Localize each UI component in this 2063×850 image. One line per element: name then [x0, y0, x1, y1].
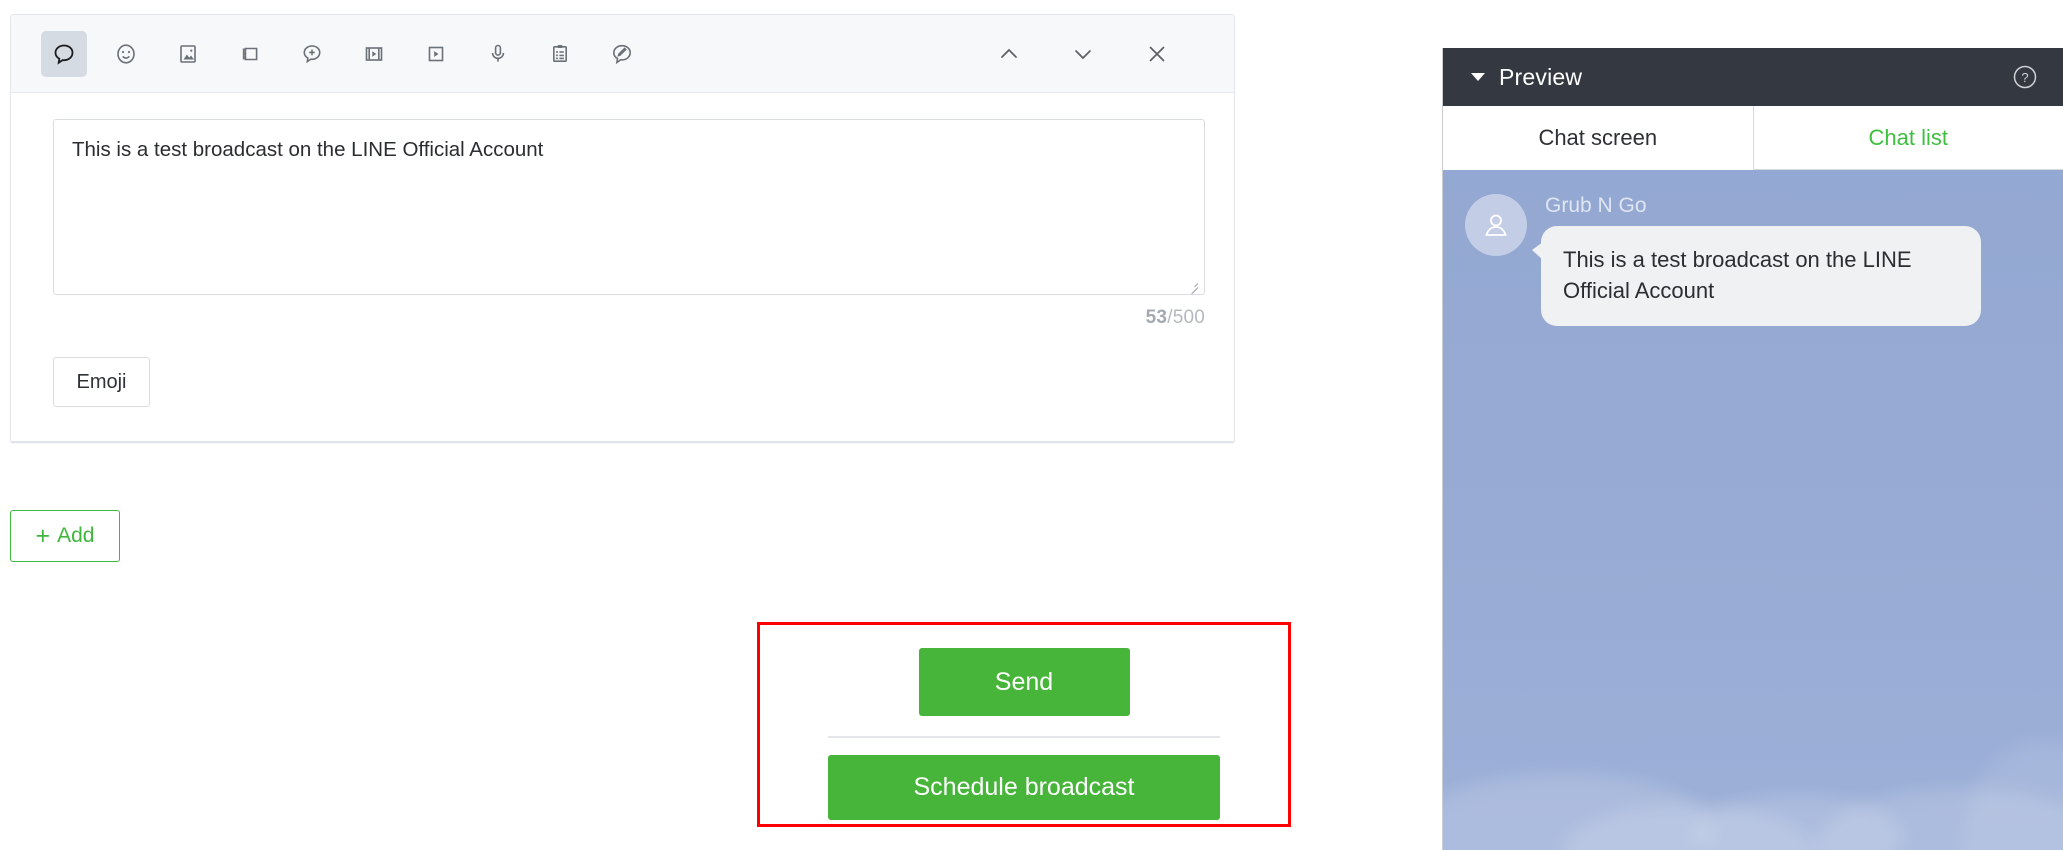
avatar: [1465, 194, 1527, 256]
delete-message-button[interactable]: [1140, 37, 1174, 71]
preview-panel: Preview ? Chat screen Chat list Grub N G…: [1442, 48, 2063, 850]
chat-message-content: Grub N Go This is a test broadcast on th…: [1532, 194, 1981, 326]
chat-sender-name: Grub N Go: [1545, 194, 1647, 217]
sticker-icon-button[interactable]: [103, 31, 149, 77]
cloud-decoration: [1963, 740, 2063, 850]
card-controls: [992, 37, 1212, 71]
rich-video-message-icon: [359, 39, 389, 69]
voice-message-icon: [483, 39, 513, 69]
svg-text:?: ?: [2021, 70, 2028, 85]
emoji-button[interactable]: Emoji: [53, 357, 150, 407]
chevron-down-icon: [1068, 39, 1098, 69]
add-message-button[interactable]: + Add: [10, 510, 120, 562]
text-message-icon-button[interactable]: [41, 30, 87, 77]
rich-message-icon: [297, 39, 327, 69]
message-card: 53/500 Emoji: [10, 14, 1235, 443]
rich-text-icon: [607, 39, 637, 69]
add-message-label: Add: [57, 524, 95, 547]
plus-icon: +: [35, 521, 51, 550]
tab-chat-list[interactable]: Chat list: [1753, 106, 2063, 170]
composer-column: 53/500 Emoji: [10, 14, 1235, 443]
survey-icon: [545, 39, 575, 69]
text-message-icon: [49, 39, 79, 69]
send-button[interactable]: Send: [918, 648, 1130, 716]
collapse-caret-icon[interactable]: [1471, 73, 1485, 81]
message-body: 53/500 Emoji: [11, 93, 1234, 441]
preview-header[interactable]: Preview ?: [1443, 48, 2063, 106]
survey-icon-button[interactable]: [537, 31, 583, 77]
broadcast-composer-page: 53/500 Emoji + Add Send Schedule broadca…: [0, 0, 2063, 850]
rich-video-message-icon-button[interactable]: [351, 31, 397, 77]
character-count-max: 500: [1172, 307, 1205, 328]
message-type-buttons: [41, 30, 645, 77]
help-icon[interactable]: ?: [2011, 63, 2039, 91]
video-icon-button[interactable]: [413, 31, 459, 77]
video-icon: [421, 39, 451, 69]
message-input-wrap: [53, 119, 1205, 295]
move-down-button[interactable]: [1066, 37, 1100, 71]
chat-message-bubble: This is a test broadcast on the LINE Off…: [1532, 226, 1981, 326]
character-count-current: 53: [1145, 307, 1168, 328]
rich-message-icon-button[interactable]: [289, 31, 335, 77]
image-icon-button[interactable]: [165, 31, 211, 77]
chat-bubble-wrap: This is a test broadcast on the LINE Off…: [1532, 226, 1981, 326]
close-icon: [1142, 39, 1172, 69]
message-type-toolbar: [11, 15, 1234, 93]
preview-chat-screen: Grub N Go This is a test broadcast on th…: [1443, 170, 2063, 850]
move-up-button[interactable]: [992, 37, 1026, 71]
image-icon: [173, 39, 203, 69]
character-counter: 53/500: [53, 307, 1205, 329]
send-actions-highlight: Send Schedule broadcast: [757, 622, 1291, 827]
voice-message-icon-button[interactable]: [475, 31, 521, 77]
coupon-icon-button[interactable]: [227, 31, 273, 77]
chevron-up-icon: [994, 39, 1024, 69]
actions-divider: [828, 736, 1220, 738]
preview-tabs: Chat screen Chat list: [1443, 106, 2063, 170]
coupon-icon: [235, 39, 265, 69]
preview-title: Preview: [1499, 63, 1583, 90]
schedule-broadcast-button[interactable]: Schedule broadcast: [828, 755, 1220, 820]
message-text-input[interactable]: [53, 119, 1205, 295]
sticker-icon: [111, 39, 141, 69]
tab-chat-screen[interactable]: Chat screen: [1443, 106, 1754, 170]
chat-message-row: Grub N Go This is a test broadcast on th…: [1443, 170, 2063, 326]
rich-text-icon-button[interactable]: [599, 31, 645, 77]
